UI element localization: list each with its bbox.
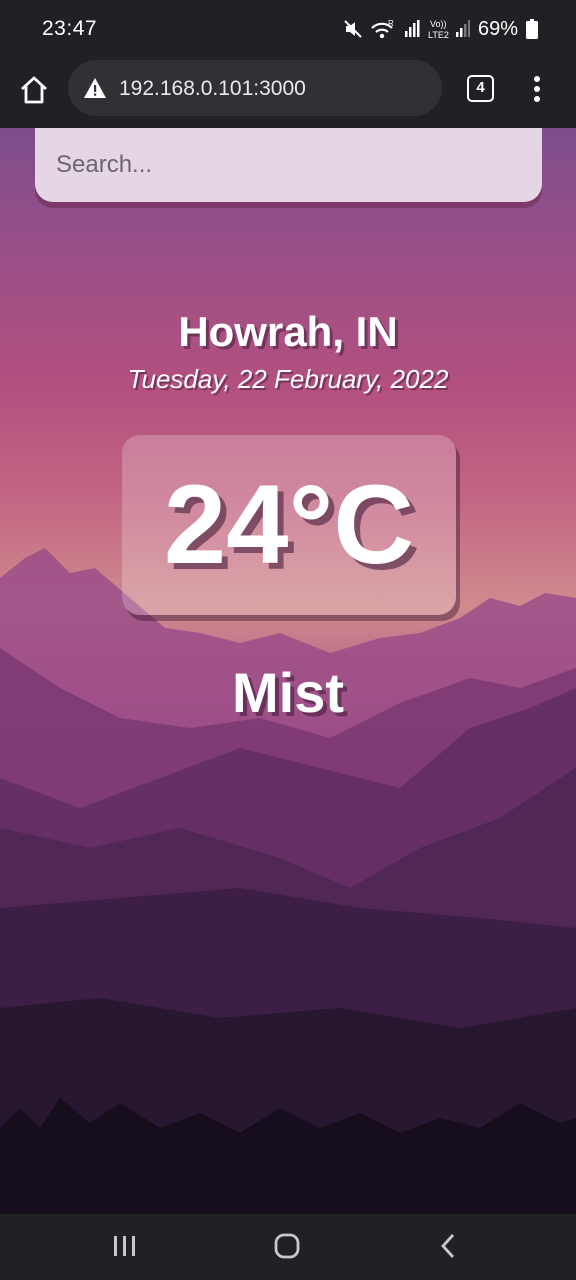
- browser-toolbar: 192.168.0.101:3000 4: [0, 58, 576, 128]
- back-icon[interactable]: [438, 1232, 458, 1260]
- url-text[interactable]: 192.168.0.101:3000: [119, 77, 306, 101]
- search-box[interactable]: [35, 128, 542, 202]
- address-bar[interactable]: 192.168.0.101:3000: [68, 60, 442, 116]
- warning-icon[interactable]: [83, 77, 107, 99]
- temperature-card: 24°C: [122, 435, 456, 615]
- web-content: Howrah, IN Tuesday, 22 February, 2022 24…: [0, 128, 576, 1214]
- recents-icon[interactable]: [112, 1232, 138, 1260]
- battery-icon: [526, 19, 538, 39]
- tab-switcher-button[interactable]: 4: [467, 75, 494, 102]
- wifi-icon: R: [371, 19, 394, 39]
- location-title: Howrah, IN: [178, 308, 398, 355]
- svg-text:Vo)): Vo)): [430, 19, 447, 29]
- temperature-value: 24°C: [163, 462, 415, 587]
- svg-text:R: R: [388, 19, 394, 28]
- home-icon[interactable]: [19, 75, 49, 105]
- more-vert-icon[interactable]: [531, 75, 543, 103]
- home-nav-icon[interactable]: [273, 1232, 301, 1260]
- signal-icon: [404, 20, 420, 37]
- date-text: Tuesday, 22 February, 2022: [127, 364, 449, 394]
- search-input[interactable]: [35, 128, 542, 202]
- battery-percent: 69%: [477, 17, 518, 40]
- status-bar: 23:47 R Vo)) LTE2 69%: [0, 0, 576, 58]
- weather-condition: Mist: [232, 661, 344, 724]
- svg-text:LTE2: LTE2: [428, 30, 449, 40]
- status-time: 23:47: [42, 17, 98, 40]
- status-icons: R Vo)) LTE2 69%: [344, 16, 538, 42]
- volte-icon: Vo)) LTE2: [428, 19, 470, 40]
- mute-icon: [344, 20, 362, 38]
- system-nav-bar: [0, 1214, 576, 1280]
